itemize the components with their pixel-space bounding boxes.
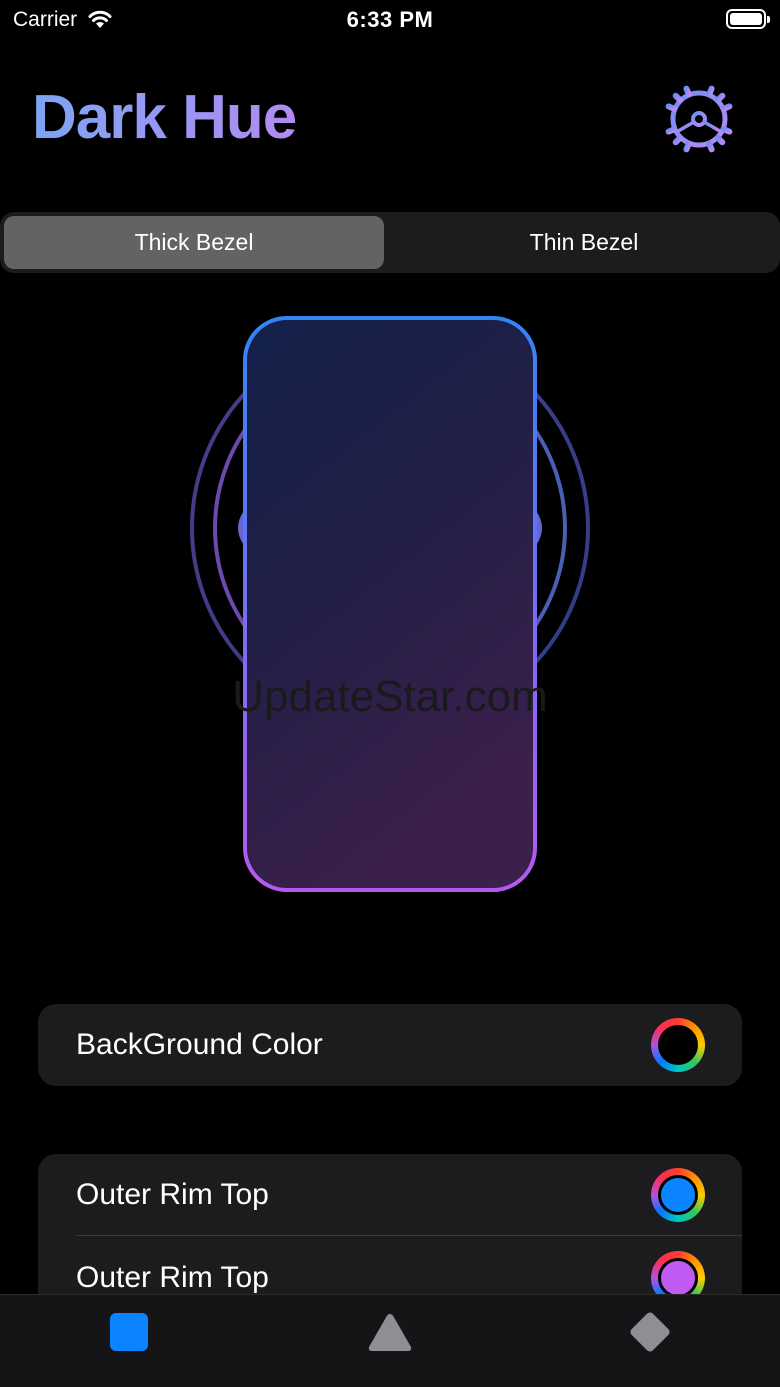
background-color-row[interactable]: BackGround Color bbox=[38, 1004, 742, 1086]
triangle-icon bbox=[368, 1314, 412, 1351]
segment-thin-bezel[interactable]: Thin Bezel bbox=[392, 216, 776, 269]
tab-triangle[interactable] bbox=[360, 1309, 420, 1355]
color-swatch bbox=[658, 1025, 698, 1065]
rim-color-card: Outer Rim Top Outer Rim Top bbox=[38, 1154, 742, 1314]
background-color-label: BackGround Color bbox=[76, 1028, 323, 1061]
square-icon bbox=[110, 1313, 148, 1351]
row-divider bbox=[76, 1235, 742, 1236]
tab-diamond[interactable] bbox=[620, 1309, 680, 1355]
outer-rim-top-label: Outer Rim Top bbox=[76, 1178, 269, 1211]
segment-thick-bezel[interactable]: Thick Bezel bbox=[4, 216, 384, 269]
status-time: 6:33 PM bbox=[346, 7, 434, 32]
app-title: Dark Hue bbox=[32, 83, 297, 152]
phone-preview bbox=[190, 316, 590, 892]
tab-square[interactable] bbox=[99, 1309, 159, 1355]
watermark: UpdateStar.com bbox=[232, 672, 548, 721]
bezel-segmented-control: Thick Bezel Thin Bezel bbox=[0, 212, 780, 273]
background-color-card: BackGround Color bbox=[38, 1004, 742, 1086]
outer-rim-top-row[interactable]: Outer Rim Top bbox=[38, 1154, 742, 1236]
outer-rim-top-label-2: Outer Rim Top bbox=[76, 1261, 269, 1294]
diamond-icon bbox=[630, 1312, 670, 1352]
phone-body bbox=[243, 316, 537, 892]
color-swatch bbox=[658, 1175, 698, 1215]
settings-button[interactable] bbox=[662, 82, 736, 156]
color-swatch bbox=[658, 1258, 698, 1298]
battery-icon bbox=[726, 9, 770, 29]
gear-icon bbox=[663, 83, 735, 155]
status-bar: Carrier 6:33 PM bbox=[0, 0, 780, 42]
tab-bar bbox=[0, 1294, 780, 1387]
background-color-well[interactable] bbox=[651, 1018, 705, 1072]
outer-rim-top-color-well[interactable] bbox=[651, 1168, 705, 1222]
